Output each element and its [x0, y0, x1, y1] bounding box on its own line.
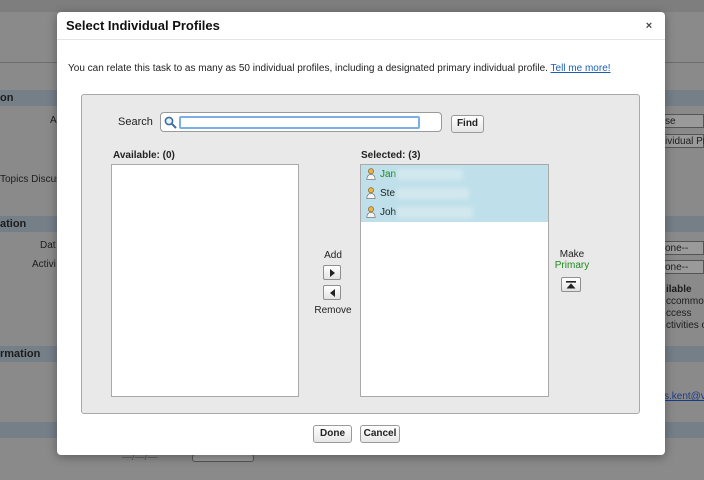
arrow-left-icon — [330, 289, 335, 297]
bg-field-label: ccommod — [666, 296, 704, 307]
select-profiles-dialog: Select Individual Profiles × You can rel… — [57, 12, 665, 455]
bg-field-label: A — [50, 115, 57, 126]
arrow-right-icon — [330, 269, 335, 277]
selected-item-name: Jan — [380, 169, 397, 180]
intro-text: You can relate this task to as many as 5… — [68, 63, 548, 74]
dialog-intro: You can relate this task to as many as 5… — [68, 63, 611, 74]
bg-section-title: rmation — [0, 348, 41, 360]
selected-item-name: Joh — [380, 207, 397, 218]
dialog-header: Select Individual Profiles × — [57, 12, 665, 40]
selected-label: Selected: (3) — [361, 150, 421, 161]
bg-section-title: on — [0, 92, 14, 104]
add-label: Add — [324, 250, 342, 261]
bg-select: one-- — [662, 241, 704, 255]
bg-section-title: ation — [0, 218, 27, 230]
bg-button — [192, 454, 254, 462]
bg-field-label: Topics Discus — [0, 174, 62, 185]
close-icon[interactable]: × — [642, 20, 656, 34]
bg-field-label: Activi — [32, 259, 56, 270]
bg-field-label: ilable — [666, 284, 692, 295]
cancel-button[interactable]: Cancel — [360, 425, 400, 443]
add-button[interactable] — [323, 265, 341, 280]
redacted-text — [397, 188, 469, 199]
bg-input: ividual Pr — [662, 134, 704, 148]
make-primary-button[interactable] — [561, 277, 581, 292]
selected-item-primary[interactable]: Jan — [361, 165, 548, 184]
profile-picker-panel: Search Find Available: (0) Selected: (3)… — [81, 94, 640, 414]
selected-item-name: Ste — [380, 188, 396, 199]
available-label: Available: (0) — [113, 150, 175, 161]
dialog-title: Select Individual Profiles — [66, 18, 220, 33]
redacted-text — [397, 207, 473, 218]
person-icon — [366, 206, 376, 218]
redacted-text — [397, 169, 463, 180]
person-icon — [366, 187, 376, 199]
bg-email-link: s.kent@v — [664, 391, 704, 402]
bg-field-label: ccess — [666, 308, 692, 319]
bg-field-label: ctivities o — [666, 320, 704, 331]
bg-top-band — [0, 0, 704, 12]
bg-select: one-- — [662, 260, 704, 274]
bg-input: se — [662, 114, 704, 128]
search-input[interactable] — [179, 116, 420, 129]
move-top-icon — [566, 281, 576, 289]
available-list[interactable] — [111, 164, 299, 397]
remove-label: Remove — [314, 305, 352, 316]
bg-field-label: Dat — [40, 240, 56, 251]
selected-item[interactable]: Joh — [361, 203, 548, 222]
person-icon — [366, 168, 376, 180]
tell-me-more-link[interactable]: Tell me more! — [551, 63, 611, 74]
find-button[interactable]: Find — [451, 115, 484, 133]
done-button[interactable]: Done — [313, 425, 352, 443]
selected-item[interactable]: Ste — [361, 184, 548, 203]
selected-list[interactable]: Jan Ste Joh — [360, 164, 549, 397]
search-box — [160, 112, 442, 132]
make-label: Make — [559, 249, 585, 260]
make-primary-label: Make Primary — [552, 249, 592, 271]
primary-label: Primary — [554, 260, 590, 271]
search-icon — [164, 116, 177, 129]
remove-button[interactable] — [323, 285, 341, 300]
search-label: Search — [118, 116, 153, 128]
